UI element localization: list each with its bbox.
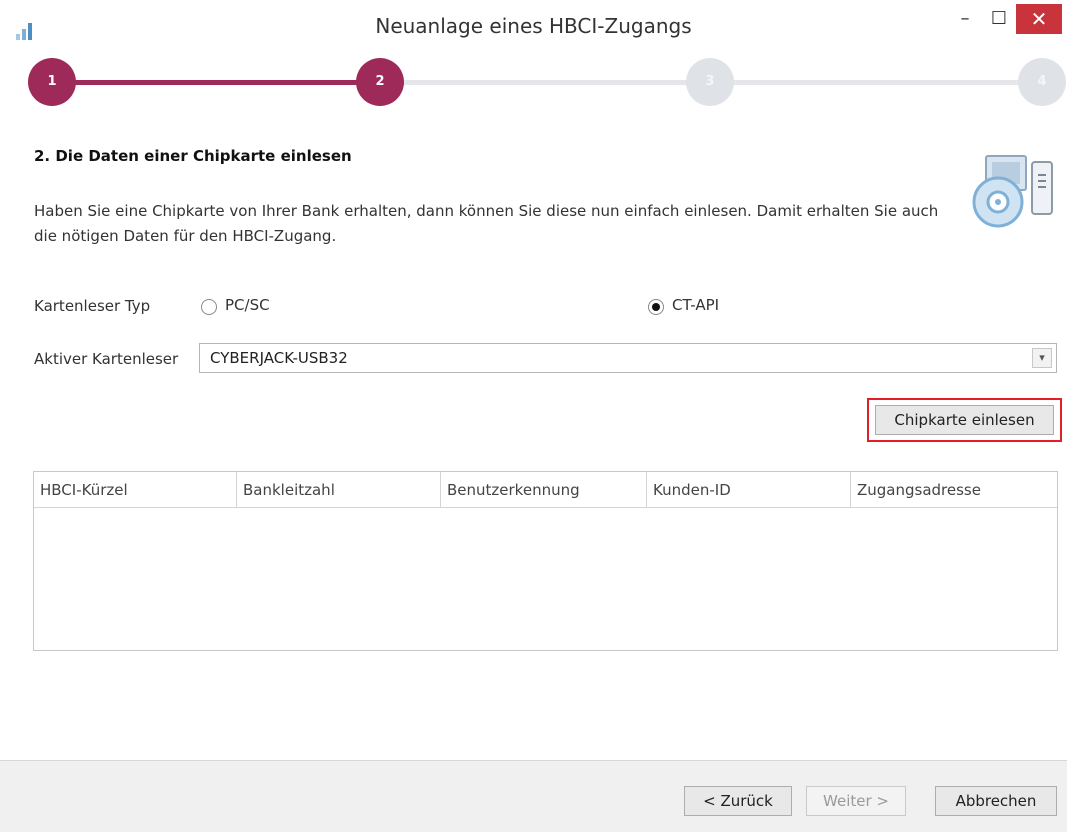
column-header-kunden-id[interactable]: Kunden-ID <box>647 472 851 508</box>
cancel-button[interactable]: Abbrechen <box>935 786 1057 816</box>
minimize-button[interactable]: – <box>948 4 982 34</box>
title-bar: Neuanlage eines HBCI-Zugangs – ☐ ✕ <box>0 0 1067 52</box>
window-title: Neuanlage eines HBCI-Zugangs <box>375 14 692 38</box>
active-reader-select[interactable]: CYBERJACK-USB32 ▾ <box>199 343 1057 373</box>
hbci-access-table[interactable]: HBCI-Kürzel Bankleitzahl Benutzerkennung… <box>33 471 1058 651</box>
read-chipcard-button[interactable]: Chipkarte einlesen <box>875 405 1054 435</box>
maximize-icon: ☐ <box>990 8 1008 29</box>
column-header-bankleitzahl[interactable]: Bankleitzahl <box>237 472 441 508</box>
reader-type-label: Kartenleser Typ <box>34 297 151 315</box>
maximize-button[interactable]: ☐ <box>982 4 1016 34</box>
step-1: 1 <box>28 58 76 106</box>
wizard-stepper: 1 2 3 4 <box>0 52 1067 116</box>
minimize-icon: – <box>960 8 970 29</box>
close-button[interactable]: ✕ <box>1016 4 1062 34</box>
dialog-footer <box>0 760 1067 832</box>
page-description: Haben Sie eine Chipkarte von Ihrer Bank … <box>34 202 939 245</box>
column-header-zugangsadresse[interactable]: Zugangsadresse <box>851 472 1057 508</box>
close-icon: ✕ <box>1030 7 1048 31</box>
chevron-down-icon[interactable]: ▾ <box>1032 348 1052 368</box>
back-button[interactable]: < Zurück <box>684 786 792 816</box>
computer-disc-icon <box>972 155 1053 228</box>
step-2: 2 <box>356 58 404 106</box>
radio-ctapi[interactable] <box>648 299 664 315</box>
active-reader-label: Aktiver Kartenleser <box>34 350 179 368</box>
page-heading: 2. Die Daten einer Chipkarte einlesen <box>34 147 352 165</box>
column-header-hbci-kuerzel[interactable]: HBCI-Kürzel <box>34 472 237 508</box>
radio-pcsc-label[interactable]: PC/SC <box>225 296 270 314</box>
stepper-track-done <box>52 80 380 85</box>
active-reader-value: CYBERJACK-USB32 <box>210 349 348 367</box>
table-header: HBCI-Kürzel Bankleitzahl Benutzerkennung… <box>34 472 1057 508</box>
radio-pcsc[interactable] <box>201 299 217 315</box>
step-3: 3 <box>686 58 734 106</box>
step-4: 4 <box>1018 58 1066 106</box>
radio-ctapi-label[interactable]: CT-API <box>672 296 719 314</box>
column-header-benutzerkennung[interactable]: Benutzerkennung <box>441 472 647 508</box>
next-button[interactable]: Weiter > <box>806 786 906 816</box>
